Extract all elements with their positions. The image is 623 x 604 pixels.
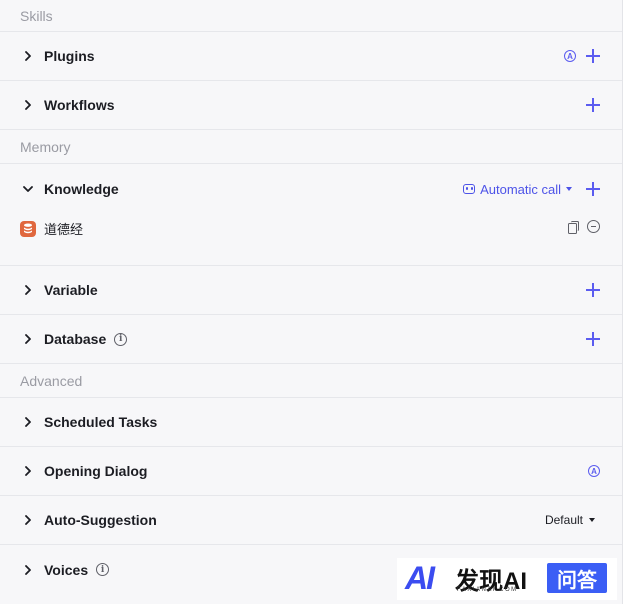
add-database-plus-icon[interactable]	[586, 332, 600, 346]
watermark-logo: AI 发现AI FAXIANAI.COM 问答	[397, 558, 617, 600]
chevron-right-icon[interactable]	[20, 48, 36, 64]
watermark-ai-mark: AI	[405, 560, 435, 596]
row-knowledge[interactable]: Knowledge Automatic call	[0, 164, 622, 214]
chevron-right-icon[interactable]	[20, 331, 36, 347]
chevron-right-icon[interactable]	[20, 282, 36, 298]
auto-badge-icon[interactable]: A	[588, 465, 600, 477]
section-header-skills: Skills	[0, 0, 622, 32]
row-title-opening-dialog: Opening Dialog	[44, 463, 148, 479]
knowledge-item[interactable]: 道德经	[20, 219, 83, 238]
caret-down-icon	[566, 187, 572, 191]
add-variable-plus-icon[interactable]	[586, 283, 600, 297]
info-icon[interactable]: i	[114, 332, 128, 346]
row-title-workflows: Workflows	[44, 97, 115, 113]
section-header-memory: Memory	[0, 130, 622, 164]
chevron-down-icon[interactable]	[20, 181, 36, 197]
section-title-advanced: Advanced	[20, 372, 83, 389]
row-scheduled-tasks[interactable]: Scheduled Tasks	[0, 398, 622, 447]
chevron-right-icon[interactable]	[20, 562, 36, 578]
row-title-auto-suggestion: Auto-Suggestion	[44, 512, 157, 528]
chevron-right-icon[interactable]	[20, 97, 36, 113]
chevron-right-icon[interactable]	[20, 414, 36, 430]
suggestion-mode-dropdown[interactable]: Default	[545, 513, 595, 527]
chevron-right-icon[interactable]	[20, 463, 36, 479]
row-auto-suggestion[interactable]: Auto-Suggestion Default	[0, 496, 622, 545]
row-title-voices: Voices i	[44, 562, 110, 578]
row-database[interactable]: Database i	[0, 315, 622, 364]
row-title-plugins: Plugins	[44, 48, 95, 64]
row-workflows[interactable]: Workflows	[0, 81, 622, 130]
watermark-box: 问答	[547, 563, 607, 593]
row-plugins[interactable]: Plugins A	[0, 32, 622, 81]
copy-icon[interactable]	[568, 220, 579, 234]
knowledge-item-name: 道德经	[44, 222, 84, 237]
remove-circle-icon[interactable]	[587, 220, 600, 233]
automatic-call-label: Automatic call	[480, 181, 561, 197]
suggestion-mode-label: Default	[544, 513, 583, 527]
add-knowledge-plus-icon[interactable]	[586, 182, 600, 196]
database-icon	[20, 220, 36, 237]
automatic-call-dropdown[interactable]: Automatic call	[463, 182, 572, 197]
row-title-scheduled-tasks: Scheduled Tasks	[44, 414, 158, 430]
section-title-memory: Memory	[20, 138, 71, 155]
watermark-site: FAXIANAI.COM	[457, 587, 518, 593]
chevron-right-icon[interactable]	[20, 512, 36, 528]
caret-down-icon	[589, 518, 595, 522]
robot-icon	[463, 184, 476, 194]
row-title-database: Database i	[44, 331, 128, 347]
knowledge-list: 道德经	[0, 214, 622, 266]
row-title-variable: Variable	[44, 282, 98, 298]
info-icon[interactable]: i	[96, 563, 110, 576]
auto-badge-icon[interactable]: A	[564, 50, 576, 62]
section-header-advanced: Advanced	[0, 364, 622, 398]
knowledge-item-actions	[568, 220, 600, 234]
row-variable[interactable]: Variable	[0, 266, 622, 315]
section-title-skills: Skills	[20, 7, 53, 24]
row-title-knowledge: Knowledge	[44, 181, 119, 197]
add-plugin-plus-icon[interactable]	[586, 49, 600, 63]
bot-config-panel: Skills Plugins A Workflows Memory Knowle…	[0, 0, 623, 604]
row-opening-dialog[interactable]: Opening Dialog A	[0, 447, 622, 496]
add-workflow-plus-icon[interactable]	[586, 98, 600, 112]
